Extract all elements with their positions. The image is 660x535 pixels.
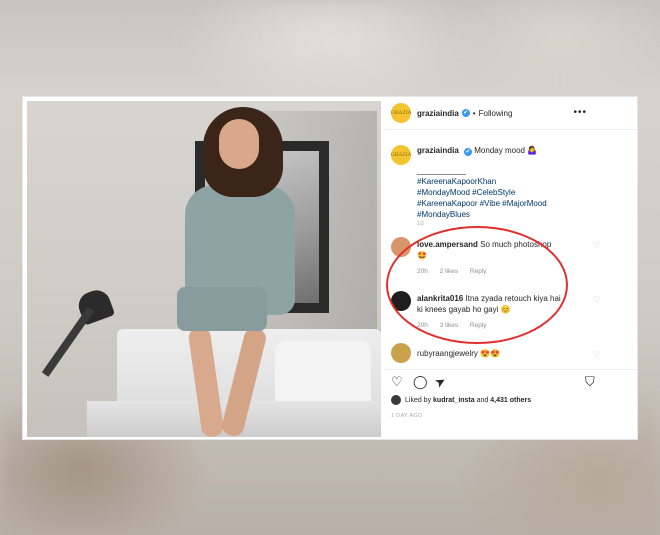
hashtag-line[interactable]: #KareenaKapoorKhan	[417, 176, 587, 187]
comment-icon[interactable]: ◯	[413, 374, 428, 390]
hashtags: ___________ #KareenaKapoorKhan #MondayMo…	[417, 165, 587, 220]
person-shorts	[177, 287, 267, 331]
comment-like-icon[interactable]: ♡	[593, 241, 600, 250]
post-actions-bar: ♡ ◯ ➤ ⛉	[385, 369, 637, 391]
hashtag-line[interactable]: #MondayBlues	[417, 209, 587, 220]
lamp-arm	[41, 306, 95, 377]
liked-by-and: and	[476, 396, 489, 404]
heart-icon[interactable]: ♡	[391, 374, 403, 390]
dot-separator: •	[472, 108, 476, 118]
liker-avatar[interactable]	[391, 395, 401, 405]
header-username[interactable]: graziaindia	[417, 109, 459, 118]
commenter-username[interactable]: rubyraangjewelry	[417, 349, 478, 358]
highlight-circle	[386, 226, 568, 344]
more-options-icon[interactable]: •••	[573, 107, 587, 118]
following-button[interactable]: Following	[479, 109, 513, 118]
post-header: GRAZIA graziaindia ✔ • Following •••	[385, 97, 637, 130]
bookmark-icon[interactable]: ⛉	[585, 374, 595, 390]
caption-text: graziaindia ✔ Monday mood 🤷‍♀️	[417, 145, 537, 156]
liked-by-user[interactable]: kudrat_insta	[433, 397, 475, 404]
caption-line: ___________	[417, 166, 466, 175]
liked-by-prefix: Liked by	[405, 396, 432, 404]
share-icon[interactable]: ➤	[432, 372, 449, 391]
liked-by-others[interactable]: 4,431 others	[490, 397, 531, 404]
avatar-text: GRAZIA	[390, 152, 412, 158]
comment-text: rubyraangjewelry 😍😍	[417, 348, 563, 359]
caption: GRAZIA graziaindia ✔ Monday mood 🤷‍♀️ __…	[391, 145, 581, 220]
verified-icon: ✔	[461, 109, 470, 117]
caption-username[interactable]: graziaindia	[417, 146, 459, 155]
comment-like-icon[interactable]: ♡	[593, 295, 600, 304]
caption-body: Monday mood 🤷‍♀️	[474, 146, 538, 155]
comment-like-icon[interactable]: ♡	[593, 350, 600, 359]
hashtag-line[interactable]: #MondayMood #CelebStyle	[417, 187, 587, 198]
hashtag-line[interactable]: #KareenaKapoor #Vibe #MajorMood	[417, 198, 587, 209]
comment-body: 😍😍	[480, 349, 501, 358]
post-photo[interactable]	[27, 101, 381, 437]
post-time-ago: 1 DAY AGO	[391, 413, 423, 419]
liked-by: Liked by kudrat_insta and 4,431 others	[391, 395, 531, 405]
commenter-avatar[interactable]	[391, 343, 411, 363]
verified-icon: ✔	[464, 148, 473, 156]
caption-timestamp: 1d	[417, 221, 424, 227]
avatar-text: GRAZIA	[390, 110, 412, 116]
caption-avatar[interactable]: GRAZIA	[391, 145, 411, 165]
account-avatar[interactable]: GRAZIA	[391, 103, 411, 123]
person-face	[219, 119, 259, 169]
comment-item: rubyraangjewelry 😍😍 ♡	[391, 343, 600, 365]
